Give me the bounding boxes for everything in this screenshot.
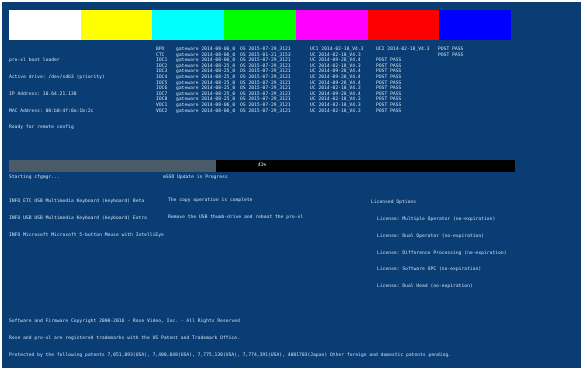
licensed-options-title: Licensed Options xyxy=(371,200,417,206)
firmware-row: VOC2 gateware 2014-08-06_0 OS 2015-07-29_3… xyxy=(156,109,576,115)
footer-line: Rose and pro-xl are registered trademark… xyxy=(9,335,240,341)
licensed-options: Licensed Options License: Multiple Opera… xyxy=(371,189,507,301)
color-bar xyxy=(152,10,225,40)
copy-message-line: Remove the USB thumb-drive and reboot th… xyxy=(168,214,304,220)
device-list: INFO ETC USB Multimedia Keyboard (keyboa… xyxy=(9,188,164,250)
footer-line: Software and Firmware Copyright 2000-201… xyxy=(9,319,240,325)
license-item: License: Difference Processing (no-expir… xyxy=(377,250,507,256)
firmware-cell xyxy=(438,109,468,115)
update-status: mSSD Update in Progress xyxy=(163,175,228,180)
boot-status: pro-xl boot loader Active drive: /dev/sd… xyxy=(9,47,149,142)
license-item: License: Dual Operator (no-expiration) xyxy=(377,233,484,239)
device-line: INFO ETC USB Multimedia Keyboard (keyboa… xyxy=(9,199,145,205)
color-bars xyxy=(9,10,512,40)
color-bar xyxy=(295,10,368,40)
boot-status-line: IP Address: 10.64.21.138 xyxy=(9,91,77,97)
color-bar xyxy=(439,10,512,40)
firmware-cell: gateware 2014-08-06_0 xyxy=(176,108,236,114)
progress-fill xyxy=(9,160,217,172)
device-line: INFO Microsoft Microsoft 5-button Mouse … xyxy=(9,232,164,238)
boot-status-line: Ready for remote config xyxy=(9,125,74,131)
footer-line: Protected by the following patents 7,051… xyxy=(9,352,452,358)
copyright-footer: Software and Firmware Copyright 2000-201… xyxy=(9,308,451,368)
firmware-cell: OS 2015-07-29_3121 xyxy=(240,108,291,114)
boot-screen: pro-xl boot loader Active drive: /dev/sd… xyxy=(2,2,581,368)
firmware-table: BPX gateware 2014-08-06_0 OS 2015-07-29_31… xyxy=(156,47,576,114)
boot-status-line: pro-xl boot loader xyxy=(9,58,60,64)
boot-status-line: Active drive: /dev/sdb3 (priority) xyxy=(9,74,105,80)
copy-message: The copy operation is complete Remove th… xyxy=(168,187,303,232)
color-bar xyxy=(9,10,81,40)
boot-status-line: MAC Address: 00:b0:4f:0a:1b:2c xyxy=(9,108,94,114)
color-bar xyxy=(224,10,296,40)
device-line: INFO USB USB Multimedia Keyboard (keyboa… xyxy=(9,215,147,221)
progress-percent: 41% xyxy=(257,163,267,168)
license-item: License: Multiple Operator (no-expiratio… xyxy=(377,216,496,222)
color-bar xyxy=(367,10,440,40)
firmware-cell: POST PASS xyxy=(376,108,402,114)
license-item: License: Software UPC (no-expiration) xyxy=(377,267,482,273)
firmware-cell: UC 2014-02-18_V4.3 xyxy=(310,108,361,114)
copy-message-line: The copy operation is complete xyxy=(168,198,253,204)
firmware-cell: VOC2 xyxy=(156,108,168,114)
progress-bar: 41% xyxy=(9,160,515,172)
license-item: License: Dual Head (no-expiration) xyxy=(377,284,473,290)
color-bar xyxy=(80,10,153,40)
starting-status: Starting cfgmgr... xyxy=(9,175,60,180)
